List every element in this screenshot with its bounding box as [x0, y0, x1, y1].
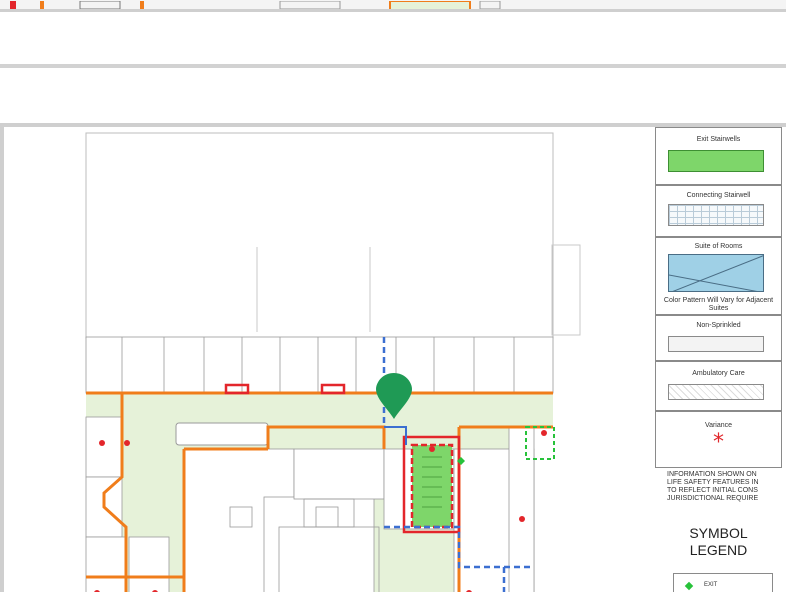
green-diamond-icon: [684, 581, 694, 591]
legend-item-variance: Variance *: [655, 411, 782, 468]
legend-note: INFORMATION SHOWN ON LIFE SAFETY FEATURE…: [667, 471, 786, 503]
legend-note-line: TO REFLECT INITIAL CONS: [667, 487, 758, 494]
previous-drawing-fragment: [10, 0, 501, 9]
drawing-viewer: Exit Stairwells Connecting Stairwell Sui…: [0, 0, 786, 592]
legend-item-connecting-stairwell: Connecting Stairwell: [655, 185, 782, 237]
legend-label: Variance: [704, 422, 733, 429]
red-asterisk-icon: *: [713, 430, 724, 455]
section-divider: [0, 64, 786, 68]
patient-room-row: [85, 336, 554, 394]
suite-of-rooms-swatch: [668, 254, 764, 292]
non-sprinkled-swatch: [668, 336, 764, 352]
legend-item-suite-of-rooms: Suite of Rooms Color Pattern Will Vary f…: [655, 237, 782, 315]
legend-title-line: LEGEND: [689, 542, 748, 558]
floor-plan: [85, 132, 581, 592]
legend-item-ambulatory-care: Ambulatory Care: [655, 361, 782, 411]
legend-item-exit: EXIT: [673, 573, 773, 592]
legend-title-line: SYMBOL: [689, 525, 748, 541]
legend-note-line: JURISDICTIONAL REQUIRE: [667, 495, 759, 502]
legend-title: SYMBOL LEGEND: [655, 525, 782, 559]
legend-label: Ambulatory Care: [692, 370, 745, 377]
legend-note-line: INFORMATION SHOWN ON: [667, 471, 757, 478]
connecting-stairwell-swatch: [668, 204, 764, 226]
legend-label: Suite of Rooms: [694, 243, 743, 250]
ambulatory-care-swatch: [668, 384, 764, 400]
previous-drawing-strip: [0, 0, 786, 12]
legend-item-exit-stairwells: Exit Stairwells: [655, 127, 782, 185]
plan-outline-east: [551, 244, 581, 336]
legend-note-line: LIFE SAFETY FEATURES IN: [667, 479, 759, 486]
legend-label: Non-Sprinkled: [696, 322, 741, 329]
legend-item-non-sprinkled: Non-Sprinkled: [655, 315, 782, 361]
symbol-legend: Exit Stairwells Connecting Stairwell Sui…: [653, 127, 786, 592]
legend-label: Connecting Stairwell: [686, 192, 751, 199]
legend-label: EXIT: [704, 582, 718, 588]
nurse-station: [175, 422, 269, 446]
legend-label: Exit Stairwells: [696, 136, 741, 143]
plan-outline: [85, 132, 554, 339]
suite-diagonal-icon: [669, 255, 763, 291]
legend-sublabel: Color Pattern Will Vary for Adjacent Sui…: [663, 297, 774, 312]
exit-stairwell-swatch: [668, 150, 764, 172]
